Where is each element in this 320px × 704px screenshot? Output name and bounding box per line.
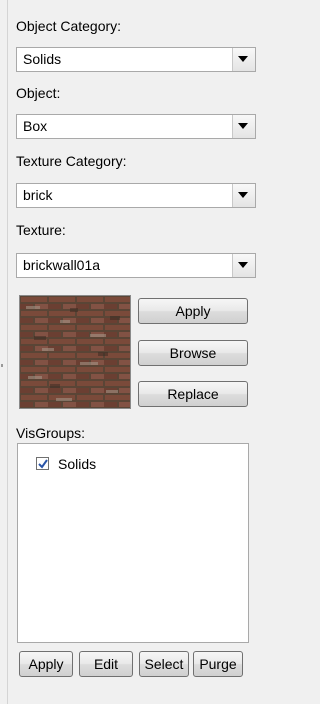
texture-dropdown[interactable]: brickwall01a [16,253,256,278]
object-properties-panel: Object Category: Solids Object: Box Text… [0,0,256,704]
object-category-label: Object Category: [16,18,122,34]
visgroups-label: VisGroups: [16,425,85,441]
apply-texture-button[interactable]: Apply [138,298,248,324]
texture-preview [19,295,131,409]
texture-category-label: Texture Category: [16,153,127,169]
visgroup-checkbox[interactable] [36,457,49,470]
object-category-value: Solids [23,51,62,67]
object-category-dropdown[interactable]: Solids [16,47,256,72]
chevron-down-icon[interactable] [232,115,255,138]
replace-button[interactable]: Replace [138,381,248,407]
visgroup-label: Solids [58,456,97,472]
check-icon [38,459,48,469]
object-label: Object: [16,85,61,101]
browse-button[interactable]: Browse [138,340,248,366]
chevron-down-icon[interactable] [232,184,255,207]
visgroups-list[interactable]: Solids [17,443,249,643]
splitter-handle[interactable] [1,364,3,367]
texture-category-dropdown[interactable]: brick [16,183,256,208]
chevron-down-icon[interactable] [232,254,255,277]
texture-value: brickwall01a [23,257,101,273]
object-dropdown[interactable]: Box [16,114,256,139]
visgroup-apply-button[interactable]: Apply [19,651,73,677]
chevron-down-icon[interactable] [232,48,255,71]
purge-button[interactable]: Purge [193,651,243,677]
panel-divider [7,0,8,704]
edit-button[interactable]: Edit [79,651,133,677]
select-button[interactable]: Select [139,651,189,677]
object-value: Box [23,118,48,134]
texture-label: Texture: [16,222,66,238]
texture-category-value: brick [23,187,53,203]
